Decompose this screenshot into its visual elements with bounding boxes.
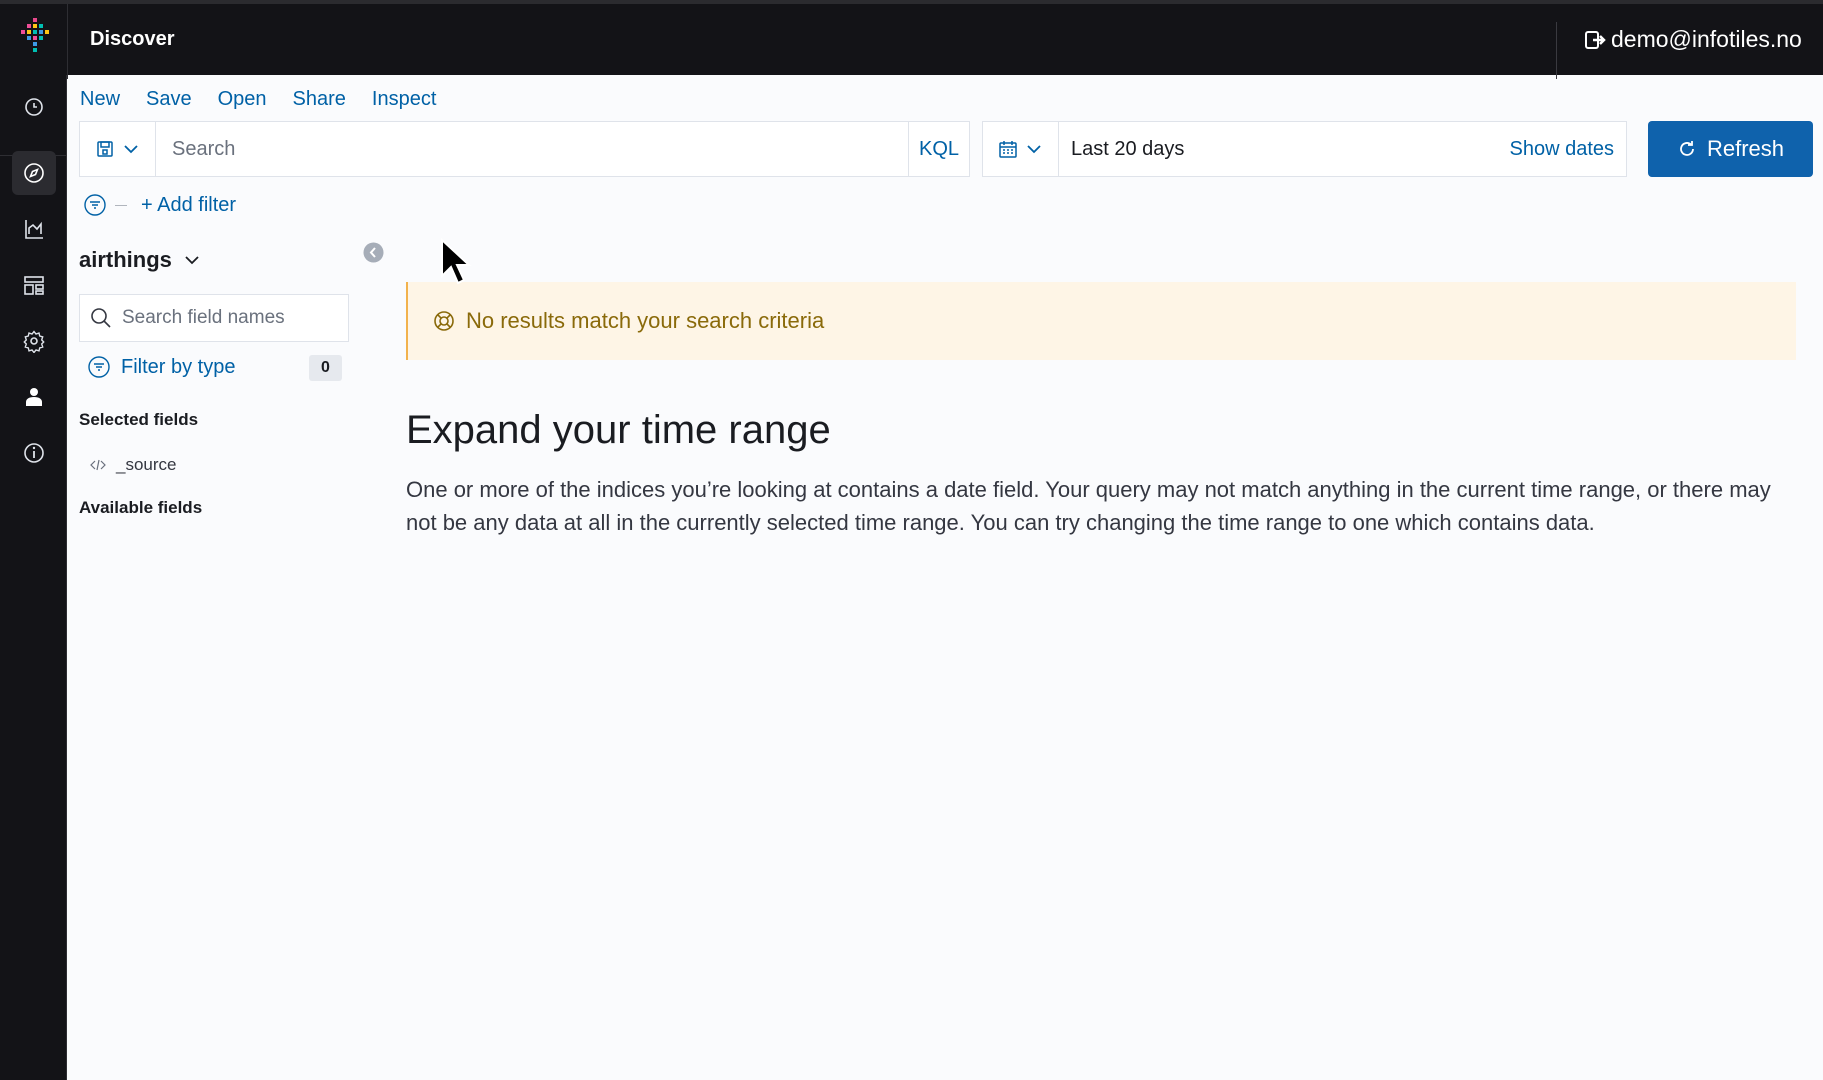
expand-title: Expand your time range	[406, 408, 831, 452]
index-pattern-name: airthings	[79, 247, 172, 272]
add-filter-button[interactable]: + Add filter	[141, 194, 236, 217]
query-language-button[interactable]: KQL	[908, 122, 969, 176]
help-icon	[434, 311, 454, 331]
user-menu[interactable]: demo@infotiles.no	[1583, 26, 1802, 53]
expand-body: One or more of the indices you’re lookin…	[406, 477, 1771, 535]
app-logo-icon[interactable]	[17, 18, 53, 58]
date-picker: Last 20 days Show dates	[982, 121, 1627, 177]
no-results-callout: No results match your search criteria	[406, 282, 1796, 360]
top-menu: New Save Open Share Inspect	[80, 88, 436, 111]
filter-count-badge: 0	[309, 355, 342, 381]
field-name: _source	[116, 455, 177, 474]
callout-text: No results match your search criteria	[466, 308, 825, 333]
quick-menu-button[interactable]	[983, 122, 1059, 176]
filter-by-type-label: Filter by type	[121, 355, 236, 378]
filter-bar: + Add filter	[83, 193, 236, 217]
clock-icon	[25, 98, 43, 116]
filter-icon	[88, 356, 110, 378]
filter-icon[interactable]	[83, 193, 107, 217]
share-link[interactable]: Share	[293, 88, 346, 111]
query-bar: KQL	[79, 121, 970, 177]
inspect-link[interactable]: Inspect	[372, 88, 436, 111]
collapse-sidebar-icon[interactable]	[363, 242, 384, 263]
calendar-icon	[998, 141, 1017, 158]
compass-icon	[24, 163, 44, 183]
chevron-down-icon	[123, 145, 138, 154]
field-item-source[interactable]: _source	[90, 455, 176, 475]
index-pattern-selector[interactable]: airthings	[79, 247, 202, 273]
field-search	[79, 294, 349, 342]
top-header: Discover demo@infotiles.no	[0, 0, 1823, 79]
saved-query-button[interactable]	[80, 122, 156, 176]
mouse-cursor-icon	[441, 238, 472, 285]
selected-fields-title: Selected fields	[79, 410, 199, 429]
header-divider	[67, 4, 68, 79]
search-icon	[91, 308, 111, 328]
search-field-names-input[interactable]	[122, 307, 342, 329]
logout-icon	[1585, 30, 1606, 49]
available-fields-title: Available fields	[79, 498, 203, 517]
user-email: demo@infotiles.no	[1611, 26, 1802, 52]
header-divider-right	[1556, 22, 1557, 79]
nav-visualize[interactable]	[12, 207, 56, 251]
chevron-down-icon	[185, 256, 199, 265]
save-link[interactable]: Save	[146, 88, 192, 111]
refresh-label: Refresh	[1706, 136, 1785, 161]
time-range-value[interactable]: Last 20 days	[1059, 122, 1509, 176]
chart-icon	[25, 220, 43, 239]
user-icon	[26, 388, 42, 406]
search-input[interactable]	[156, 122, 908, 176]
new-link[interactable]: New	[80, 88, 120, 111]
code-icon	[90, 459, 106, 471]
refresh-icon	[1680, 141, 1694, 156]
nav-about[interactable]	[12, 431, 56, 475]
open-link[interactable]: Open	[218, 88, 267, 111]
show-dates-button[interactable]: Show dates	[1509, 122, 1626, 176]
dashboard-icon	[24, 276, 44, 295]
nav-security[interactable]	[12, 375, 56, 419]
filter-by-type-button[interactable]: Filter by type	[87, 355, 235, 379]
side-nav	[0, 75, 67, 1080]
page-title: Discover	[90, 28, 175, 50]
nav-dashboard[interactable]	[12, 263, 56, 307]
filter-divider	[115, 204, 127, 206]
refresh-button[interactable]: Refresh	[1648, 121, 1813, 177]
info-icon	[24, 443, 44, 463]
nav-discover[interactable]	[12, 151, 56, 195]
gear-icon	[23, 330, 45, 353]
chevron-down-icon	[1026, 145, 1041, 154]
nav-management[interactable]	[12, 319, 56, 363]
nav-recently-viewed[interactable]	[12, 85, 56, 129]
save-icon	[96, 141, 113, 157]
